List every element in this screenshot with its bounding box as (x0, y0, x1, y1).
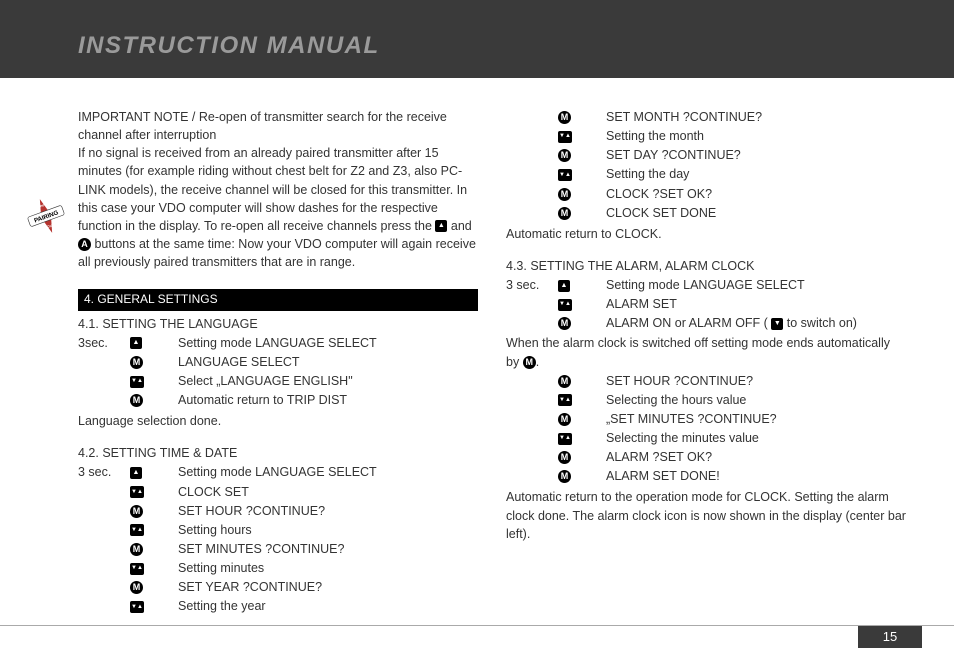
up-icon (130, 467, 142, 479)
steps-4-3-a: 3 sec.Setting mode LANGUAGE SELECT ALARM… (506, 276, 861, 333)
m-button-icon (130, 356, 143, 369)
table-row: SET MONTH ?CONTINUE? (506, 108, 766, 127)
pairing-badge: PAIRING Short Cut (22, 192, 70, 240)
up-down-icon (130, 486, 144, 498)
table-row: Selecting the minutes value (506, 429, 781, 448)
note-heading: IMPORTANT NOTE / Re-open of transmitter … (78, 110, 447, 142)
section-4-heading: 4. GENERAL SETTINGS (78, 289, 478, 310)
table-row: LANGUAGE SELECT (78, 353, 381, 372)
section-4-2-heading: 4.2. SETTING TIME & DATE (78, 444, 478, 462)
up-down-icon (130, 376, 144, 388)
up-icon (130, 337, 142, 349)
steps-4-3-b: SET HOUR ?CONTINUE? Selecting the hours … (506, 372, 781, 487)
column-right: SET MONTH ?CONTINUE? Setting the month S… (506, 108, 906, 616)
steps-4-1: 3sec.Setting mode LANGUAGE SELECT LANGUA… (78, 334, 381, 411)
table-row: SET YEAR ?CONTINUE? (78, 578, 381, 597)
table-row: 3sec.Setting mode LANGUAGE SELECT (78, 334, 381, 353)
table-row: Setting the month (506, 127, 766, 146)
up-down-icon (558, 299, 572, 311)
m-button-icon (558, 188, 571, 201)
table-row: ALARM SET DONE! (506, 467, 781, 486)
column-left: IMPORTANT NOTE / Re-open of transmitter … (78, 108, 478, 616)
m-button-icon (130, 581, 143, 594)
up-icon (558, 280, 570, 292)
m-button-icon (558, 317, 571, 330)
a-button-icon (78, 238, 91, 251)
table-row: Select „LANGUAGE ENGLISH" (78, 372, 381, 391)
table-row: ALARM ?SET OK? (506, 448, 781, 467)
table-row: SET MINUTES ?CONTINUE? (78, 540, 381, 559)
table-row: Setting the year (78, 597, 381, 616)
m-button-icon (523, 356, 536, 369)
m-button-icon (558, 111, 571, 124)
content: IMPORTANT NOTE / Re-open of transmitter … (0, 78, 954, 616)
section-4-2-done: Automatic return to CLOCK. (506, 225, 906, 243)
table-row: SET DAY ?CONTINUE? (506, 146, 766, 165)
up-down-icon (130, 524, 144, 536)
table-row: ALARM ON or ALARM OFF ( to switch on) (506, 314, 861, 333)
table-row: „SET MINUTES ?CONTINUE? (506, 410, 781, 429)
table-row: Setting hours (78, 521, 381, 540)
up-down-icon (130, 563, 144, 575)
m-button-icon (558, 149, 571, 162)
m-button-icon (130, 394, 143, 407)
table-row: 3 sec.Setting mode LANGUAGE SELECT (78, 463, 381, 482)
header-bar: INSTRUCTION MANUAL (0, 0, 954, 78)
table-row: Automatic return to TRIP DIST (78, 391, 381, 410)
up-down-icon (558, 394, 572, 406)
m-button-icon (558, 451, 571, 464)
m-button-icon (130, 505, 143, 518)
note-body-a: If no signal is received from an already… (78, 146, 467, 233)
m-button-icon (558, 413, 571, 426)
table-row: Setting the day (506, 165, 766, 184)
table-row: CLOCK ?SET OK? (506, 185, 766, 204)
m-button-icon (558, 375, 571, 388)
table-row: ALARM SET (506, 295, 861, 314)
down-icon (771, 318, 783, 330)
important-note: IMPORTANT NOTE / Re-open of transmitter … (78, 108, 478, 271)
up-down-icon (558, 169, 572, 181)
table-row: CLOCK SET (78, 483, 381, 502)
table-row: SET HOUR ?CONTINUE? (506, 372, 781, 391)
up-down-icon (130, 601, 144, 613)
table-row: 3 sec.Setting mode LANGUAGE SELECT (506, 276, 861, 295)
section-4-1-heading: 4.1. SETTING THE LANGUAGE (78, 315, 478, 333)
up-icon (435, 220, 447, 232)
steps-4-2-a: 3 sec.Setting mode LANGUAGE SELECT CLOCK… (78, 463, 381, 616)
table-row: CLOCK SET DONE (506, 204, 766, 223)
footer-bar: 15 (0, 625, 954, 647)
up-down-icon (558, 433, 572, 445)
table-row: SET HOUR ?CONTINUE? (78, 502, 381, 521)
note-body-b: and (451, 219, 472, 233)
table-row: Selecting the hours value (506, 391, 781, 410)
section-4-3-done: Automatic return to the operation mode f… (506, 488, 906, 542)
note-body-c: buttons at the same time: Now your VDO c… (78, 237, 476, 269)
page-title: INSTRUCTION MANUAL (78, 32, 380, 60)
table-row: Setting minutes (78, 559, 381, 578)
m-button-icon (558, 470, 571, 483)
section-4-1-done: Language selection done. (78, 412, 478, 430)
svg-text:Cut: Cut (46, 223, 54, 229)
m-button-icon (558, 207, 571, 220)
up-down-icon (558, 131, 572, 143)
section-4-3-heading: 4.3. SETTING THE ALARM, ALARM CLOCK (506, 257, 906, 275)
page-number: 15 (858, 626, 922, 648)
steps-4-2-b: SET MONTH ?CONTINUE? Setting the month S… (506, 108, 766, 223)
section-4-3-mid: When the alarm clock is switched off set… (506, 334, 906, 370)
m-button-icon (130, 543, 143, 556)
